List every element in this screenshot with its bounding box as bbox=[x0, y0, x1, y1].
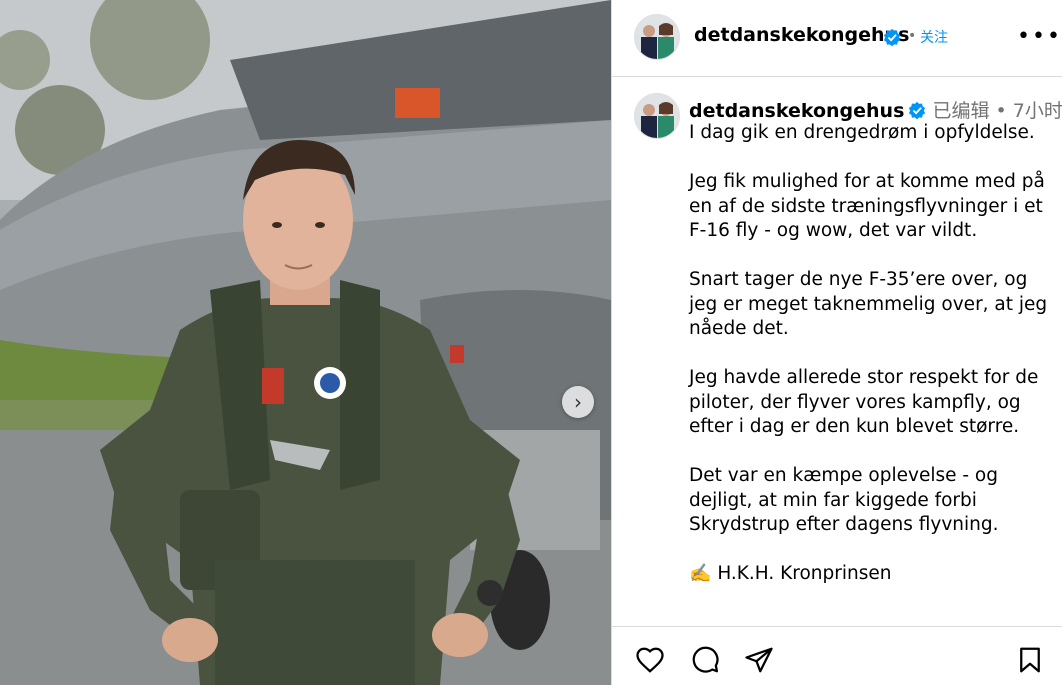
username-link[interactable]: detdanskekongehus bbox=[694, 24, 909, 46]
edited-label: 已编辑 bbox=[932, 100, 990, 122]
caption-paragraph: Jeg havde allerede stor respekt for de p… bbox=[689, 367, 1039, 437]
photo-illustration bbox=[0, 0, 611, 685]
avatar-image bbox=[635, 94, 679, 138]
verified-badge-icon bbox=[909, 101, 926, 119]
paper-plane-icon[interactable] bbox=[743, 645, 775, 675]
bookmark-icon[interactable] bbox=[1015, 645, 1045, 675]
next-photo-button[interactable]: › bbox=[562, 386, 594, 418]
post-side-panel: detdanskekongehus • 关注 ••• detdanskekong… bbox=[611, 0, 1062, 685]
caption-username-link[interactable]: detdanskekongehus bbox=[689, 100, 904, 122]
caption-section: detdanskekongehus 已编辑 • 7小时 I dag gik en… bbox=[612, 77, 1062, 625]
follow-button[interactable]: 关注 bbox=[920, 27, 948, 47]
post-header: detdanskekongehus • 关注 ••• bbox=[612, 0, 1062, 77]
comment-bubble-icon[interactable] bbox=[689, 645, 721, 675]
heart-icon[interactable] bbox=[634, 645, 666, 675]
caption-paragraph: Snart tager de nye F-35’ere over, og jeg… bbox=[689, 269, 1048, 339]
caption-paragraph: Det var en kæmpe oplevelse - og dejligt,… bbox=[689, 465, 999, 535]
caption-paragraph: I dag gik en drengedrøm i opfyldelse. bbox=[689, 122, 1035, 143]
caption-text: I dag gik en drengedrøm i opfyldelse. Je… bbox=[689, 121, 1049, 611]
more-options-icon[interactable]: ••• bbox=[1017, 24, 1062, 49]
meta-dot: • bbox=[995, 100, 1007, 122]
caption-avatar[interactable] bbox=[634, 93, 680, 139]
signature-text: H.K.H. Kronprinsen bbox=[717, 563, 892, 584]
caption-header: detdanskekongehus 已编辑 • 7小时 bbox=[689, 96, 1062, 123]
separator-dot: • bbox=[908, 28, 917, 44]
writing-hand-icon: ✍️ bbox=[689, 563, 712, 584]
post-photo[interactable]: › bbox=[0, 0, 611, 685]
caption-paragraph: Jeg fik mulighed for at komme med på en … bbox=[689, 171, 1045, 241]
chevron-right-icon: › bbox=[574, 390, 582, 414]
caption-signature: ✍️ H.K.H. Kronprinsen bbox=[689, 562, 1049, 587]
post-timestamp[interactable]: 7小时 bbox=[1013, 100, 1062, 122]
verified-badge-icon bbox=[883, 28, 901, 46]
action-bar bbox=[612, 626, 1062, 686]
instagram-post-view: › detdanskekongehus • 关注 ••• detdanskeko… bbox=[0, 0, 1062, 685]
avatar[interactable] bbox=[634, 14, 680, 60]
avatar-image bbox=[635, 15, 679, 59]
